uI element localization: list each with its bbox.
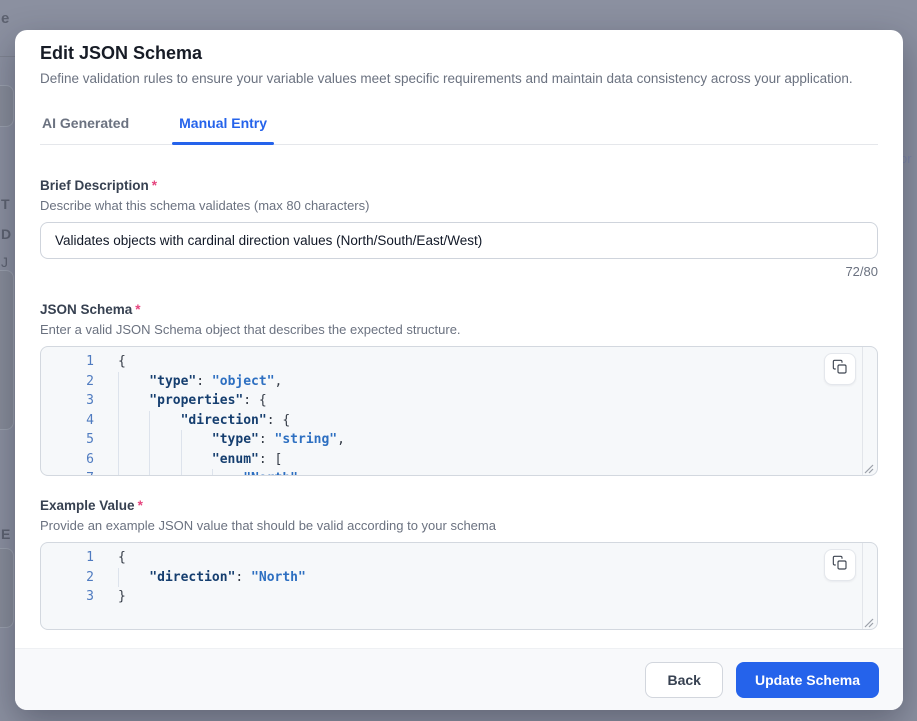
copy-button[interactable] bbox=[824, 353, 856, 385]
indent-guide bbox=[181, 469, 212, 476]
back-button[interactable]: Back bbox=[645, 662, 722, 698]
code-line: 6 "enum": [ bbox=[41, 450, 877, 470]
indent-guide bbox=[149, 450, 180, 470]
char-counter: 72/80 bbox=[40, 264, 878, 280]
indent-guide bbox=[212, 469, 243, 476]
background-text-fragment: J bbox=[1, 254, 8, 270]
code-text: { bbox=[118, 352, 126, 372]
brief-description-helper: Describe what this schema validates (max… bbox=[40, 197, 878, 214]
brief-description-label: Brief Description* bbox=[40, 177, 878, 194]
copy-icon bbox=[832, 555, 848, 576]
modal-content: Edit JSON Schema Define validation rules… bbox=[15, 30, 903, 648]
modal-footer: Back Update Schema bbox=[15, 648, 903, 710]
background-editor-fragment bbox=[0, 270, 14, 430]
update-schema-button[interactable]: Update Schema bbox=[736, 662, 879, 698]
resize-grip-icon bbox=[863, 615, 874, 630]
tab-ai-generated[interactable]: AI Generated bbox=[40, 115, 131, 144]
json-schema-editor[interactable]: 1{2"type": "object",3"properties": {4"di… bbox=[40, 346, 878, 476]
tab-bar: AI Generated Manual Entry bbox=[40, 115, 878, 145]
indent-guide bbox=[149, 430, 180, 450]
required-asterisk: * bbox=[138, 498, 143, 513]
code-text: "type": "object", bbox=[118, 372, 282, 392]
line-number: 3 bbox=[41, 587, 94, 607]
code-line: 1{ bbox=[41, 352, 877, 372]
code-line: 4 "direction": { bbox=[41, 411, 877, 431]
background-editor-fragment bbox=[0, 548, 14, 628]
indent-guide bbox=[118, 568, 149, 588]
code-pane: 1{2"type": "object",3"properties": {4"di… bbox=[41, 347, 877, 476]
background-text-fragment: T bbox=[1, 196, 10, 212]
label-text: Example Value bbox=[40, 498, 135, 513]
resize-handle[interactable] bbox=[863, 615, 874, 626]
edit-json-schema-modal: Edit JSON Schema Define validation rules… bbox=[15, 30, 903, 710]
indent-guide bbox=[118, 411, 149, 431]
indent-guide bbox=[118, 450, 149, 470]
modal-title: Edit JSON Schema bbox=[40, 42, 878, 64]
background-text-fragment: D bbox=[1, 226, 11, 242]
indent-guide bbox=[149, 469, 180, 476]
json-schema-group: JSON Schema* Enter a valid JSON Schema o… bbox=[40, 301, 878, 476]
resize-grip-icon bbox=[863, 461, 874, 476]
required-asterisk: * bbox=[135, 302, 140, 317]
screen: e T D J E or Edit JSON Schema Define val… bbox=[0, 0, 917, 721]
background-input-fragment bbox=[0, 85, 14, 127]
example-value-label: Example Value* bbox=[40, 497, 878, 514]
indent-guide bbox=[181, 450, 212, 470]
code-line: 3} bbox=[41, 587, 877, 607]
code-line: 5 "type": "string", bbox=[41, 430, 877, 450]
code-pane: 1{2"direction": "North"3} bbox=[41, 543, 877, 607]
background-text-fragment: E bbox=[1, 526, 10, 542]
background-text-fragment: e bbox=[1, 10, 9, 27]
code-text: "enum": [ bbox=[118, 450, 282, 470]
modal-subtitle: Define validation rules to ensure your v… bbox=[40, 70, 878, 87]
copy-button[interactable] bbox=[824, 549, 856, 581]
required-asterisk: * bbox=[152, 178, 157, 193]
line-number: 2 bbox=[41, 568, 94, 588]
indent-guide bbox=[149, 411, 180, 431]
example-value-group: Example Value* Provide an example JSON v… bbox=[40, 497, 878, 630]
code-line: 3 "properties": { bbox=[41, 391, 877, 411]
code-text: } bbox=[118, 587, 126, 607]
indent-guide bbox=[118, 430, 149, 450]
indent-guide bbox=[181, 430, 212, 450]
brief-description-group: Brief Description* Describe what this sc… bbox=[40, 177, 878, 280]
code-text: "properties": { bbox=[118, 391, 267, 411]
copy-icon bbox=[832, 359, 848, 380]
code-line: 1{ bbox=[41, 548, 877, 568]
code-text: "type": "string", bbox=[118, 430, 345, 450]
indent-guide bbox=[118, 469, 149, 476]
example-value-editor[interactable]: 1{2"direction": "North"3} bbox=[40, 542, 878, 630]
line-number: 2 bbox=[41, 372, 94, 392]
scrollbar-gutter bbox=[862, 347, 863, 475]
line-number: 1 bbox=[41, 352, 94, 372]
background-divider bbox=[0, 56, 15, 57]
line-number: 1 bbox=[41, 548, 94, 568]
json-schema-label: JSON Schema* bbox=[40, 301, 878, 318]
label-text: JSON Schema bbox=[40, 302, 132, 317]
json-schema-helper: Enter a valid JSON Schema object that de… bbox=[40, 321, 878, 338]
line-number: 7 bbox=[41, 469, 94, 476]
code-text: "direction": "North" bbox=[118, 568, 306, 588]
label-text: Brief Description bbox=[40, 178, 149, 193]
indent-guide bbox=[118, 391, 149, 411]
line-number: 4 bbox=[41, 411, 94, 431]
code-line: 2 "direction": "North" bbox=[41, 568, 877, 588]
line-number: 3 bbox=[41, 391, 94, 411]
resize-handle[interactable] bbox=[863, 461, 874, 472]
code-text: { bbox=[118, 548, 126, 568]
line-number: 5 bbox=[41, 430, 94, 450]
code-text: "direction": { bbox=[118, 411, 290, 431]
line-number: 6 bbox=[41, 450, 94, 470]
code-text: "North", bbox=[118, 469, 306, 476]
tab-manual-entry[interactable]: Manual Entry bbox=[177, 115, 269, 144]
brief-description-input[interactable] bbox=[40, 222, 878, 259]
example-value-helper: Provide an example JSON value that shoul… bbox=[40, 517, 878, 534]
code-line: 2 "type": "object", bbox=[41, 372, 877, 392]
indent-guide bbox=[118, 372, 149, 392]
code-line: 7 "North", bbox=[41, 469, 877, 476]
